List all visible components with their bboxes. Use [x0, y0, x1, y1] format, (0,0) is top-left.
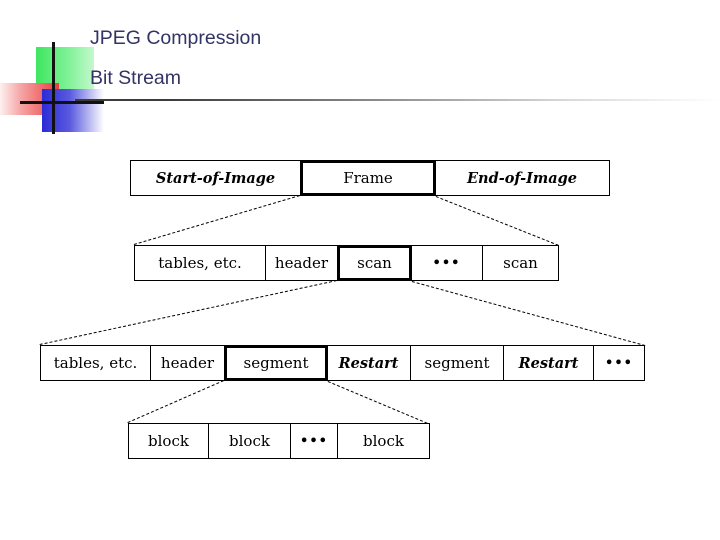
jpeg-bitstream-diagram: Start-of-Image Frame End-of-Image tables, e…: [0, 0, 720, 540]
diagram-cell-segment-level-0: block: [129, 424, 209, 458]
diagram-cell-scan-level-1: header: [151, 346, 225, 380]
diagram-cell-scan-level-2: segment: [224, 345, 328, 381]
diagram-cell-scan-level-3: Restart: [327, 346, 411, 380]
connector-2-right: [327, 381, 428, 424]
connector-0-left: [133, 195, 300, 245]
diagram-cell-frame-level-3: •••: [411, 246, 483, 280]
connector-0-right: [435, 196, 559, 246]
diagram-cell-scan-level-6: •••: [594, 346, 644, 380]
diagram-cell-segment-level-1: block: [209, 424, 291, 458]
diagram-cell-segment-level-3: block: [338, 424, 429, 458]
diagram-cell-scan-level-4: segment: [411, 346, 504, 380]
diagram-cell-image-level-0: Start-of-Image: [131, 161, 301, 195]
diagram-cell-image-level-1: Frame: [300, 160, 436, 196]
diagram-row-segment-level: block block ••• block: [128, 423, 430, 459]
diagram-cell-frame-level-1: header: [266, 246, 338, 280]
diagram-row-scan-level: tables, etc. header segment Restart segment R…: [40, 345, 645, 381]
diagram-cell-frame-level-4: scan: [483, 246, 558, 280]
connector-1-right: [411, 281, 645, 346]
diagram-cell-scan-level-0: tables, etc.: [41, 346, 151, 380]
diagram-cell-scan-level-5: Restart: [504, 346, 594, 380]
connector-2-left: [127, 380, 224, 423]
diagram-cell-image-level-2: End-of-Image: [435, 161, 609, 195]
diagram-cell-segment-level-2: •••: [291, 424, 338, 458]
diagram-row-image-level: Start-of-Image Frame End-of-Image: [130, 160, 610, 196]
connector-1-left: [39, 280, 337, 345]
diagram-cell-frame-level-0: tables, etc.: [135, 246, 266, 280]
diagram-cell-frame-level-2: scan: [337, 245, 412, 281]
diagram-row-frame-level: tables, etc. header scan ••• scan: [134, 245, 559, 281]
